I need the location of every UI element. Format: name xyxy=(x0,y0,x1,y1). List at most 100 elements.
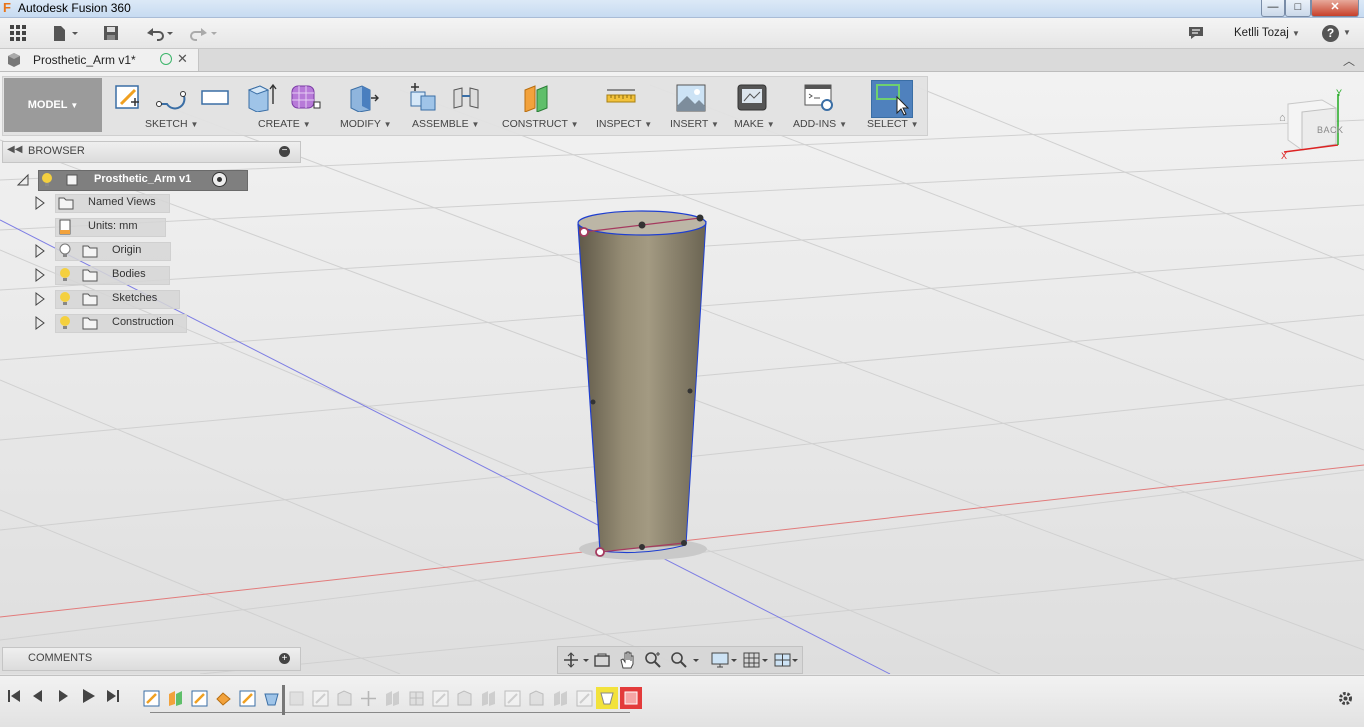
notifications-icon[interactable] xyxy=(1186,24,1206,42)
offset-plane-icon[interactable] xyxy=(521,82,551,113)
help-menu[interactable]: ? ▼ xyxy=(1322,25,1354,43)
timeline-suppressed-feature-icon[interactable] xyxy=(432,690,449,707)
timeline-suppressed-feature-icon[interactable] xyxy=(312,690,329,707)
select-menu[interactable]: SELECT ▼ xyxy=(867,118,919,130)
browser-node-origin[interactable]: Origin xyxy=(34,242,174,262)
comments-panel[interactable]: COMMENTS + xyxy=(2,647,301,671)
press-pull-icon[interactable] xyxy=(348,82,379,113)
display-settings-icon[interactable] xyxy=(710,651,740,672)
viewcube[interactable]: BACK X Y ⌂ xyxy=(1278,88,1348,164)
timeline-settings-gear-icon[interactable] xyxy=(1337,690,1354,710)
orbit-icon[interactable] xyxy=(562,651,590,672)
minimize-panel-icon[interactable]: − xyxy=(279,146,290,157)
timeline-suppressed-feature-icon[interactable] xyxy=(288,690,305,707)
timeline-move-feature-icon[interactable] xyxy=(360,690,377,707)
go-to-start-icon[interactable] xyxy=(6,688,22,704)
add-comment-icon[interactable]: + xyxy=(279,653,290,664)
expand-arrow-icon[interactable] xyxy=(34,316,46,333)
insert-image-icon[interactable] xyxy=(675,82,706,112)
browser-root-node[interactable]: Prosthetic_Arm v1 xyxy=(16,170,248,191)
expand-arrow-icon[interactable] xyxy=(34,196,46,213)
timeline-suppressed-feature-icon[interactable] xyxy=(528,690,545,707)
timeline-suppressed-feature-icon[interactable] xyxy=(504,690,521,707)
timeline-suppressed-feature-icon[interactable] xyxy=(408,690,425,707)
pan-hand-icon[interactable] xyxy=(618,650,636,673)
browser-panel-header[interactable]: ◀◀ BROWSER − xyxy=(2,141,301,163)
expand-arrow-icon[interactable] xyxy=(16,173,30,190)
expand-arrow-icon[interactable] xyxy=(34,292,46,309)
timeline-suppressed-feature-icon[interactable] xyxy=(336,690,353,707)
insert-menu[interactable]: INSERT ▼ xyxy=(670,118,719,130)
document-tab[interactable]: Prosthetic_Arm v1* ✕ xyxy=(0,49,199,71)
select-tool-icon[interactable] xyxy=(871,80,913,118)
visibility-bulb-icon[interactable] xyxy=(58,315,72,334)
joint-icon[interactable] xyxy=(450,82,480,112)
timeline-suppressed-feature-icon[interactable] xyxy=(384,690,401,707)
assemble-menu[interactable]: ASSEMBLE ▼ xyxy=(412,118,479,130)
maximize-button[interactable]: □ xyxy=(1285,0,1311,17)
grid-settings-icon[interactable] xyxy=(742,651,772,672)
timeline-sketch-feature-icon[interactable] xyxy=(239,690,256,707)
sketch-menu[interactable]: SKETCH ▼ xyxy=(145,118,198,130)
play-icon[interactable] xyxy=(80,688,96,704)
collapse-ribbon-icon[interactable]: ︿ xyxy=(1343,52,1355,69)
make-3d-print-icon[interactable] xyxy=(736,82,767,112)
addins-menu[interactable]: ADD-INS ▼ xyxy=(793,118,847,130)
visibility-bulb-icon[interactable] xyxy=(58,267,72,286)
user-menu[interactable]: Ketlli Tozaj ▼ xyxy=(1234,27,1300,39)
create-menu[interactable]: CREATE ▼ xyxy=(258,118,311,130)
timeline-failed-feature-icon[interactable] xyxy=(620,687,642,709)
step-back-icon[interactable] xyxy=(30,688,46,704)
timeline-marker-handle[interactable] xyxy=(282,685,285,715)
look-at-icon[interactable] xyxy=(593,651,611,672)
make-menu[interactable]: MAKE ▼ xyxy=(734,118,775,130)
browser-node-named-views[interactable]: Named Views xyxy=(34,194,174,213)
timeline-suppressed-feature-icon[interactable] xyxy=(480,690,497,707)
go-to-end-icon[interactable] xyxy=(105,688,121,704)
line-tool-icon[interactable] xyxy=(155,82,186,112)
collapse-panel-icon[interactable]: ◀◀ xyxy=(7,144,22,155)
close-tab-icon[interactable]: ✕ xyxy=(177,51,188,67)
new-component-icon[interactable] xyxy=(408,82,438,112)
create-sketch-icon[interactable] xyxy=(113,82,143,112)
measure-icon[interactable] xyxy=(605,82,636,112)
form-mesh-icon[interactable] xyxy=(290,82,321,112)
timeline-error-feature-icon[interactable] xyxy=(596,687,618,709)
timeline-suppressed-feature-icon[interactable] xyxy=(456,690,473,707)
save-icon[interactable] xyxy=(102,24,120,42)
activate-component-icon[interactable] xyxy=(212,172,227,187)
browser-node-sketches[interactable]: Sketches xyxy=(34,290,180,310)
visibility-bulb-icon[interactable] xyxy=(58,291,72,310)
timeline-shell-feature-icon[interactable] xyxy=(263,690,280,707)
timeline-sketch-feature-icon[interactable] xyxy=(191,690,208,707)
browser-node-construction[interactable]: Construction xyxy=(34,314,194,334)
home-view-icon[interactable]: ⌂ xyxy=(1279,112,1286,124)
scripts-addins-icon[interactable] xyxy=(803,82,833,112)
expand-arrow-icon[interactable] xyxy=(34,268,46,285)
browser-node-bodies[interactable]: Bodies xyxy=(34,266,174,286)
viewports-icon[interactable] xyxy=(773,651,801,672)
timeline-suppressed-feature-icon[interactable] xyxy=(552,690,569,707)
app-grid-icon[interactable] xyxy=(8,24,28,42)
step-forward-icon[interactable] xyxy=(55,688,71,704)
timeline-loft-feature-icon[interactable] xyxy=(215,690,232,707)
browser-node-units[interactable]: Units: mm xyxy=(34,218,174,237)
visibility-bulb-off-icon[interactable] xyxy=(58,243,72,262)
visibility-bulb-icon[interactable] xyxy=(40,172,54,191)
inspect-menu[interactable]: INSPECT ▼ xyxy=(596,118,652,130)
timeline-suppressed-feature-icon[interactable] xyxy=(576,690,593,707)
expand-arrow-icon[interactable] xyxy=(34,244,46,261)
workspace-switcher[interactable]: MODEL ▼ xyxy=(4,78,102,132)
fit-zoom-icon[interactable] xyxy=(669,651,701,672)
close-window-button[interactable]: ✕ xyxy=(1311,0,1359,17)
rectangle-tool-icon[interactable] xyxy=(199,82,229,112)
construct-menu[interactable]: CONSTRUCT ▼ xyxy=(502,118,579,130)
redo-icon[interactable] xyxy=(187,24,219,42)
minimize-button[interactable]: — xyxy=(1261,0,1285,17)
file-menu-icon[interactable] xyxy=(50,24,80,42)
extrude-icon[interactable] xyxy=(246,82,277,113)
timeline-sketch-feature-icon[interactable] xyxy=(143,690,160,707)
zoom-icon[interactable] xyxy=(644,651,662,672)
modify-menu[interactable]: MODIFY ▼ xyxy=(340,118,392,130)
undo-icon[interactable] xyxy=(143,24,175,42)
